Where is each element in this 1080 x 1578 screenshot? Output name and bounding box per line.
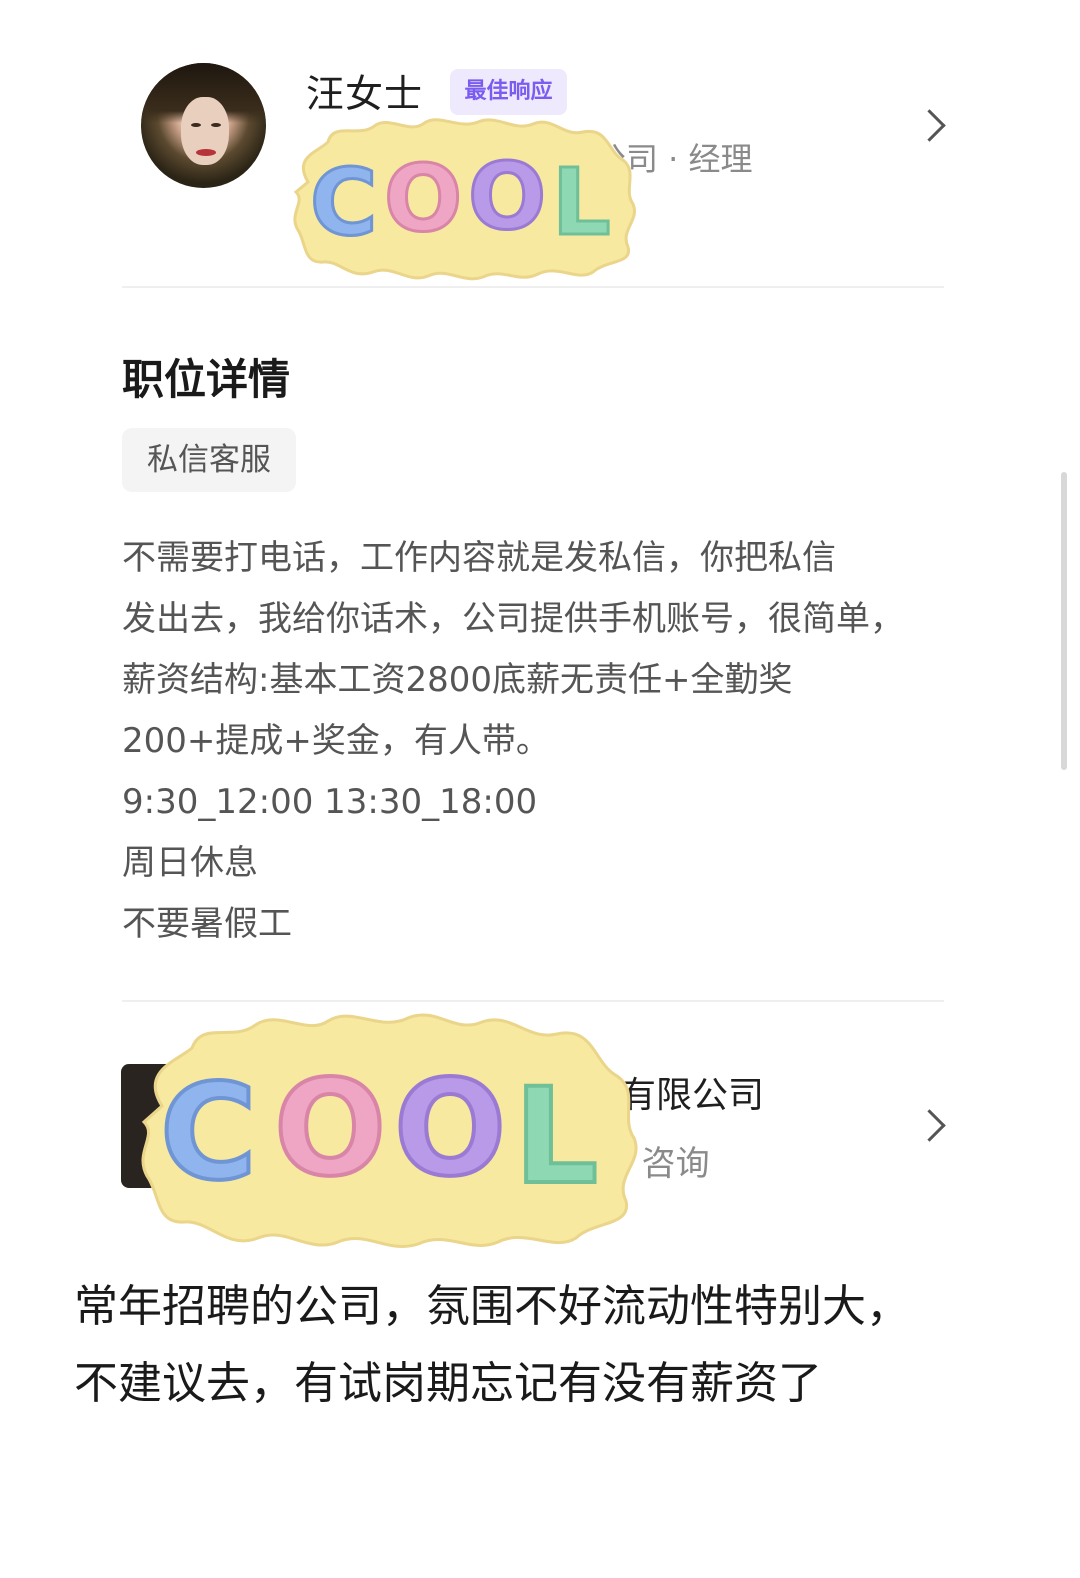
description-line: 9:30_12:00 13:30_18:00: [122, 782, 538, 822]
sticker-letter: C: [160, 1056, 257, 1210]
chevron-right-icon[interactable]: [913, 1109, 946, 1142]
description-line: 周日休息: [122, 843, 258, 883]
description-line: 不需要打电话，工作内容就是发私信，你把私信: [122, 538, 836, 578]
description-line: 发出去，我给你话术，公司提供手机账号，很简单，: [122, 599, 904, 639]
sticker-letter: O: [468, 143, 546, 250]
cool-sticker: C O O L: [132, 1006, 644, 1254]
scrollbar[interactable]: [1061, 472, 1067, 770]
section-title: 职位详情: [122, 355, 291, 404]
description-line: 不要暑假工: [122, 904, 292, 944]
best-response-badge: 最佳响应: [450, 69, 567, 115]
post-caption: 常年招聘的公司，氛围不好流动性特别大， 不建议去，有试岗期忘记有没有薪资了: [74, 1268, 1064, 1422]
divider: [122, 1000, 944, 1002]
chevron-right-icon[interactable]: [913, 109, 946, 142]
recruiter-avatar[interactable]: [141, 63, 266, 188]
sticker-letter: O: [384, 145, 462, 252]
sticker-letter: C: [310, 149, 378, 256]
sticker-letter: O: [394, 1052, 506, 1206]
job-description: 不需要打电话，工作内容就是发私信，你把私信 发出去，我给你话术，公司提供手机账号…: [122, 528, 952, 955]
description-line: 200+提成+奖金，有人带。: [122, 721, 550, 761]
sticker-letter: O: [274, 1052, 386, 1206]
job-tag: 私信客服: [122, 428, 296, 492]
caption-line: 不建议去，有试岗期忘记有没有薪资了: [74, 1358, 822, 1409]
sticker-letter: L: [552, 149, 611, 256]
divider: [122, 286, 944, 288]
cool-sticker: C O O L: [288, 112, 640, 284]
description-line: 薪资结构:基本工资2800底薪无责任+全勤奖: [122, 660, 793, 700]
recruiter-name: 汪女士: [306, 72, 424, 116]
sticker-letter: L: [514, 1060, 598, 1214]
caption-line: 常年招聘的公司，氛围不好流动性特别大，: [74, 1281, 910, 1332]
